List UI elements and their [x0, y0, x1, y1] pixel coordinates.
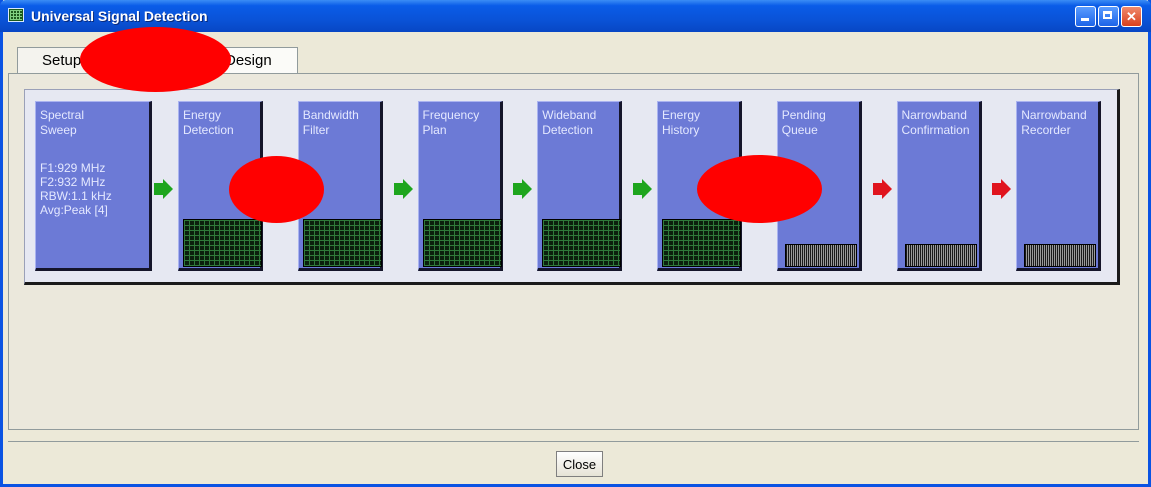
window-title: Universal Signal Detection — [31, 8, 208, 24]
stage-title: Bandwidth Filter — [302, 108, 359, 137]
stage-wideband-detection[interactable]: Wideband Detection — [537, 101, 623, 271]
arrow-head — [522, 179, 533, 199]
footer-divider — [8, 441, 1139, 442]
close-window-button[interactable]: ✕ — [1121, 6, 1142, 27]
stage-title: Narrowband Recorder — [1021, 108, 1087, 137]
maximize-button[interactable] — [1098, 6, 1119, 27]
stage-title: Pending Queue — [781, 108, 826, 137]
close-button[interactable]: Close — [556, 451, 603, 477]
redaction-mark — [229, 156, 324, 223]
stage-title: Spectral Sweep — [40, 108, 85, 137]
minimize-button[interactable] — [1075, 6, 1096, 27]
stage-parameters: F1:929 MHz F2:932 MHz RBW:1.1 kHz Avg:Peak … — [40, 161, 112, 217]
stage-narrowband-confirmation[interactable]: Narrowband Confirmation — [896, 101, 982, 271]
queue-level-bar — [1024, 244, 1097, 267]
stage-title: Narrowband Confirmation — [901, 108, 970, 137]
stage-title: Energy History — [662, 108, 701, 137]
stage-spectral-sweep[interactable]: Spectral Sweep F1:929 MHz F2:932 MHz RBW:1.… — [35, 101, 152, 271]
arrow-head — [642, 179, 652, 199]
energy-grid-display — [542, 219, 622, 267]
tab-design-label: Design — [225, 52, 272, 69]
energy-grid-display — [183, 219, 262, 267]
stage-parameter: Avg:Peak [4] — [40, 203, 108, 217]
stage-title: Energy Detection — [183, 108, 234, 137]
stage-parameter: RBW:1.1 kHz — [40, 189, 112, 203]
energy-grid-display — [302, 219, 382, 267]
stage-title: Wideband Detection — [542, 108, 597, 137]
stage-title: Frequency Plan — [422, 108, 480, 137]
stage-parameter: F1:929 MHz — [40, 161, 106, 175]
queue-level-bar — [904, 244, 977, 267]
energy-grid-display — [422, 219, 502, 267]
stage-frequency-plan[interactable]: Frequency Plan — [417, 101, 503, 271]
arrow-head — [1001, 179, 1012, 199]
energy-grid-display — [662, 219, 741, 267]
tab-setup-label: Setup — [42, 52, 82, 69]
redaction-mark — [80, 27, 231, 92]
redaction-mark — [697, 155, 822, 223]
stage-narrowband-recorder[interactable]: Narrowband Recorder — [1016, 101, 1102, 271]
queue-level-bar — [784, 244, 857, 267]
arrow-head — [402, 179, 413, 199]
arrow-head — [881, 179, 892, 199]
stage-parameter: F2:932 MHz — [40, 175, 106, 189]
arrow-head — [163, 179, 173, 199]
app-icon — [8, 8, 24, 22]
